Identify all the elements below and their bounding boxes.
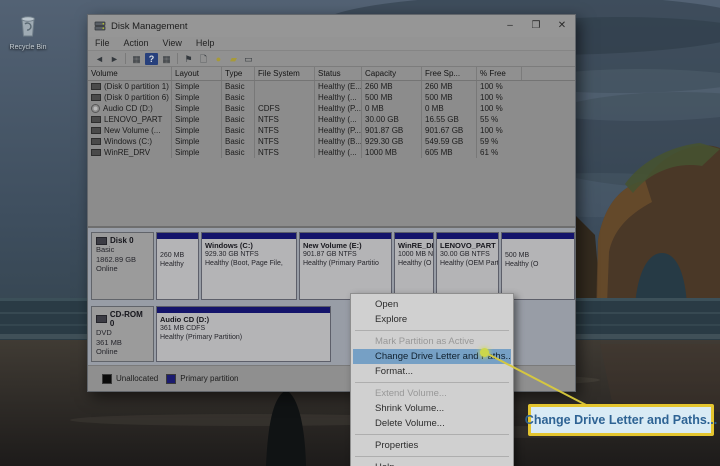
cdrom-0-label[interactable]: CD-ROM 0 DVD 361 MB Online [91,306,154,362]
menu-action[interactable]: Action [117,37,156,50]
toolbar-separator [125,53,126,64]
disk-0-label[interactable]: Disk 0 Basic 1862.89 GB Online [91,232,154,300]
col-volume[interactable]: Volume [88,67,172,80]
menu-item-mark-partition-active: Mark Partition as Active [353,334,511,349]
table-row[interactable]: (Disk 0 partition 1) Simple Basic Health… [88,81,575,92]
menu-item-shrink-volume[interactable]: Shrink Volume... [353,401,511,416]
drive-icon [91,94,101,101]
col-layout[interactable]: Layout [172,67,222,80]
table-row[interactable]: (Disk 0 partition 6) Simple Basic Health… [88,92,575,103]
drive-icon [91,127,101,134]
desktop-icon-recycle-bin[interactable]: Recycle Bin [4,14,52,52]
menu-item-explore[interactable]: Explore [353,312,511,327]
table-row[interactable]: WinRE_DRV Simple Basic NTFS Healthy (...… [88,147,575,158]
menu-item-help[interactable]: Help [353,460,511,466]
cd-icon [91,104,100,113]
back-icon[interactable]: ◄ [93,53,106,65]
volume-list-header: Volume Layout Type File System Status Ca… [88,67,575,81]
drive-icon [91,116,101,123]
title-bar[interactable]: Disk Management – ❐ ✕ [88,15,575,37]
legend-unallocated: Unallocated [102,374,158,384]
col-type[interactable]: Type [222,67,255,80]
table-row[interactable]: Windows (C:) Simple Basic NTFS Healthy (… [88,136,575,147]
partition-lenovo-part[interactable]: LENOVO_PART 30.00 GB NTFS Healthy (OEM P… [436,232,499,300]
minimize-button[interactable]: – [497,16,523,36]
legend-primary-partition: Primary partition [166,374,238,384]
disk-management-app-icon [94,20,106,32]
primary-partition-swatch [166,374,176,384]
folder-icon[interactable]: ▰ [227,53,240,65]
document-icon[interactable]: 🗋 [197,53,210,65]
new-window-icon[interactable]: ▭ [242,53,255,65]
menu-item-open[interactable]: Open [353,297,511,312]
drive-icon [91,83,101,90]
partition-system[interactable]: 260 MB Healthy [156,232,199,300]
console-tree-icon[interactable]: ▦ [130,53,143,65]
table-row[interactable]: New Volume (... Simple Basic NTFS Health… [88,125,575,136]
desktop: Recycle Bin Disk Management – ❐ ✕ File A… [0,0,720,466]
window-title: Disk Management [111,21,497,32]
context-menu: Open Explore Mark Partition as Active Ch… [350,293,514,466]
partition-winre[interactable]: WinRE_DR 1000 MB N Healthy (O [394,232,434,300]
maximize-button[interactable]: ❐ [523,16,549,36]
toolbar-separator [177,53,178,64]
desktop-icon-label: Recycle Bin [4,44,52,52]
action-pane-icon[interactable]: ▦ [160,53,173,65]
help-icon[interactable]: ? [145,53,158,65]
unallocated-swatch [102,374,112,384]
menu-item-properties[interactable]: Properties [353,438,511,453]
partition-windows-c[interactable]: Windows (C:) 929.30 GB NTFS Healthy (Boo… [201,232,297,300]
menu-separator [355,456,509,457]
disk-0-row: Disk 0 Basic 1862.89 GB Online 260 MB He… [88,232,575,300]
forward-icon[interactable]: ► [108,53,121,65]
col-pct-free[interactable]: % Free [477,67,522,80]
disk-icon [96,237,107,245]
col-free-space[interactable]: Free Sp... [422,67,477,80]
flag-icon[interactable]: ⚑ [182,53,195,65]
menu-view[interactable]: View [156,37,189,50]
menu-item-extend-volume: Extend Volume... [353,386,511,401]
drive-icon [91,138,101,145]
menu-item-delete-volume[interactable]: Delete Volume... [353,416,511,431]
cd-drive-icon [96,315,107,323]
partition-audio-cd[interactable]: Audio CD (D:) 361 MB CDFS Healthy (Prima… [156,306,331,362]
disk-icon[interactable]: ● [212,53,225,65]
drive-icon [91,149,101,156]
menu-item-format[interactable]: Format... [353,364,511,379]
table-row[interactable]: Audio CD (D:) Simple Basic CDFS Healthy … [88,103,575,114]
recycle-bin-icon [18,14,38,43]
menu-separator [355,330,509,331]
menu-separator [355,382,509,383]
partition-500mb[interactable]: 500 MB Healthy (O [501,232,575,300]
volume-list: Volume Layout Type File System Status Ca… [88,67,575,226]
partition-new-volume-e[interactable]: New Volume (E:) 901.87 GB NTFS Healthy (… [299,232,392,300]
col-capacity[interactable]: Capacity [362,67,422,80]
toolbar: ◄ ► ▦ ? ▦ ⚑ 🗋 ● ▰ ▭ [88,51,575,67]
col-file-system[interactable]: File System [255,67,315,80]
callout-label: Change Drive Letter and Paths... [528,404,714,436]
callout-anchor-dot [480,348,489,357]
close-button[interactable]: ✕ [549,16,575,36]
menu-separator [355,434,509,435]
menu-bar: File Action View Help [88,37,575,51]
menu-file[interactable]: File [88,37,117,50]
menu-help[interactable]: Help [189,37,222,50]
col-status[interactable]: Status [315,67,362,80]
table-row[interactable]: LENOVO_PART Simple Basic NTFS Healthy (.… [88,114,575,125]
